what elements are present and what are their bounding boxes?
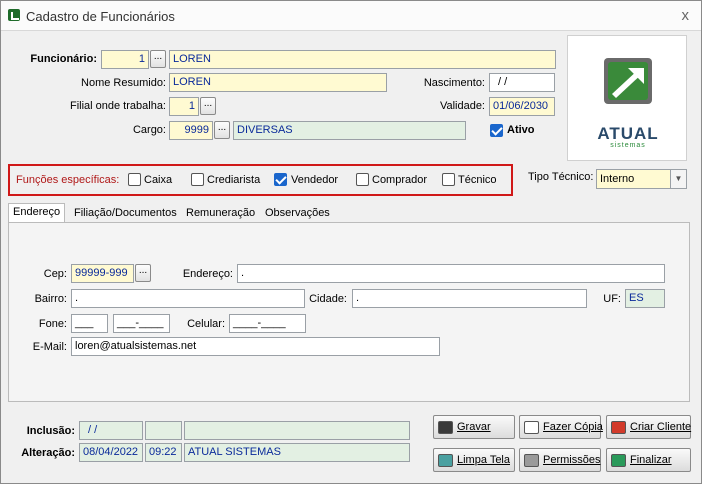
save-button[interactable]: Gravar — [433, 415, 515, 439]
logo-brand: ATUAL — [597, 124, 659, 143]
inclusion-date-field: / / — [79, 421, 143, 440]
short-name-label: Nome Resumido: — [81, 77, 166, 89]
title-bar: Cadastro de Funcionários x — [1, 1, 701, 31]
role-browse-button[interactable]: ... — [214, 121, 230, 139]
branch-field[interactable]: 1 — [169, 97, 199, 116]
copy-icon — [524, 420, 539, 434]
function-tecnico-label: Técnico — [458, 174, 497, 186]
function-caixa-label: Caixa — [144, 174, 173, 186]
email-field[interactable]: loren@atualsistemas.net — [71, 337, 440, 356]
phone-number-field[interactable]: ___-____ — [113, 314, 170, 333]
clear-screen-button[interactable]: Limpa Tela — [433, 448, 515, 472]
uf-field: ES — [625, 289, 665, 308]
employee-browse-button[interactable]: ... — [150, 50, 166, 68]
city-field[interactable]: . — [352, 289, 587, 308]
role-code-field[interactable]: 9999 — [169, 121, 213, 140]
cep-label: Cep: — [43, 268, 67, 280]
functions-label: Funções específicas: — [16, 174, 120, 186]
chevron-down-icon[interactable]: ▼ — [670, 170, 686, 188]
broom-icon — [438, 453, 453, 467]
function-comprador-label: Comprador — [372, 174, 428, 186]
address-panel — [8, 222, 690, 402]
add-client-icon — [611, 420, 626, 434]
inclusion-user-field — [184, 421, 410, 440]
employee-code-field[interactable]: 1 — [101, 50, 149, 69]
logo-sub: sistemas — [610, 142, 646, 149]
change-label: Alteração: — [21, 447, 75, 459]
birth-label: Nascimento: — [423, 77, 485, 89]
branch-browse-button[interactable]: ... — [200, 97, 216, 115]
tab-remuneracao[interactable]: Remuneração — [182, 205, 259, 223]
inclusion-label: Inclusão: — [26, 425, 75, 437]
cep-field[interactable]: 99999-999 — [71, 264, 134, 283]
mobile-field[interactable]: ____-____ — [229, 314, 306, 333]
short-name-field[interactable]: LOREN — [169, 73, 387, 92]
email-label: E-Mail: — [32, 341, 67, 353]
tech-type-select[interactable]: Interno ▼ — [596, 169, 687, 189]
function-caixa-checkbox[interactable] — [128, 173, 141, 186]
active-checkbox[interactable] — [490, 124, 503, 137]
app-icon — [8, 9, 20, 21]
tech-type-label: Tipo Técnico: — [528, 171, 594, 183]
change-user-field: ATUAL SISTEMAS — [184, 443, 410, 462]
district-field[interactable]: . — [71, 289, 305, 308]
phone-area-field[interactable]: ___ — [71, 314, 108, 333]
change-time-field: 09:22 — [145, 443, 182, 462]
function-crediarista-checkbox[interactable] — [191, 173, 204, 186]
function-crediarista-label: Crediarista — [207, 174, 261, 186]
street-label: Endereço: — [182, 268, 233, 280]
window-title: Cadastro de Funcionários — [26, 9, 175, 24]
tab-endereco[interactable]: Endereço — [8, 203, 66, 223]
tab-observacoes[interactable]: Observações — [261, 205, 334, 223]
finish-button[interactable]: Finalizar — [606, 448, 691, 472]
employee-window: Cadastro de Funcionários x Funcionário: … — [0, 0, 702, 484]
company-logo: ATUAL sistemas — [567, 35, 687, 161]
function-tecnico-checkbox[interactable] — [442, 173, 455, 186]
employee-name-field[interactable]: LOREN — [169, 50, 556, 69]
phone-label: Fone: — [38, 318, 67, 330]
change-date-field: 08/04/2022 — [79, 443, 143, 462]
tech-type-value: Interno — [600, 173, 635, 185]
floppy-icon — [438, 420, 453, 434]
active-label: Ativo — [507, 124, 535, 136]
function-vendedor-label: Vendedor — [291, 174, 339, 186]
validity-field[interactable]: 01/06/2030 — [489, 97, 555, 116]
logo-mark-icon — [604, 58, 652, 104]
district-label: Bairro: — [34, 293, 67, 305]
validity-label: Validade: — [439, 100, 485, 112]
function-comprador-checkbox[interactable] — [356, 173, 369, 186]
inclusion-time-field — [145, 421, 182, 440]
birth-field[interactable]: / / — [489, 73, 555, 92]
cep-browse-button[interactable]: ... — [135, 264, 151, 282]
permissions-button[interactable]: Permissões — [519, 448, 601, 472]
street-field[interactable]: . — [237, 264, 665, 283]
city-label: Cidade: — [309, 293, 347, 305]
function-vendedor-checkbox[interactable] — [274, 173, 287, 186]
create-client-button[interactable]: Criar Cliente — [606, 415, 691, 439]
uf-label: UF: — [603, 293, 621, 305]
keyboard-icon — [524, 453, 539, 467]
branch-label: Filial onde trabalha: — [69, 100, 166, 112]
role-name-field: DIVERSAS — [233, 121, 466, 140]
tab-filiacao[interactable]: Filiação/Documentos — [70, 205, 181, 223]
close-icon[interactable]: x — [682, 7, 690, 24]
exit-door-icon — [611, 453, 626, 467]
role-label: Cargo: — [132, 124, 166, 136]
mobile-label: Celular: — [187, 318, 225, 330]
employee-label: Funcionário: — [30, 53, 97, 65]
copy-button[interactable]: Fazer Cópia — [519, 415, 603, 439]
